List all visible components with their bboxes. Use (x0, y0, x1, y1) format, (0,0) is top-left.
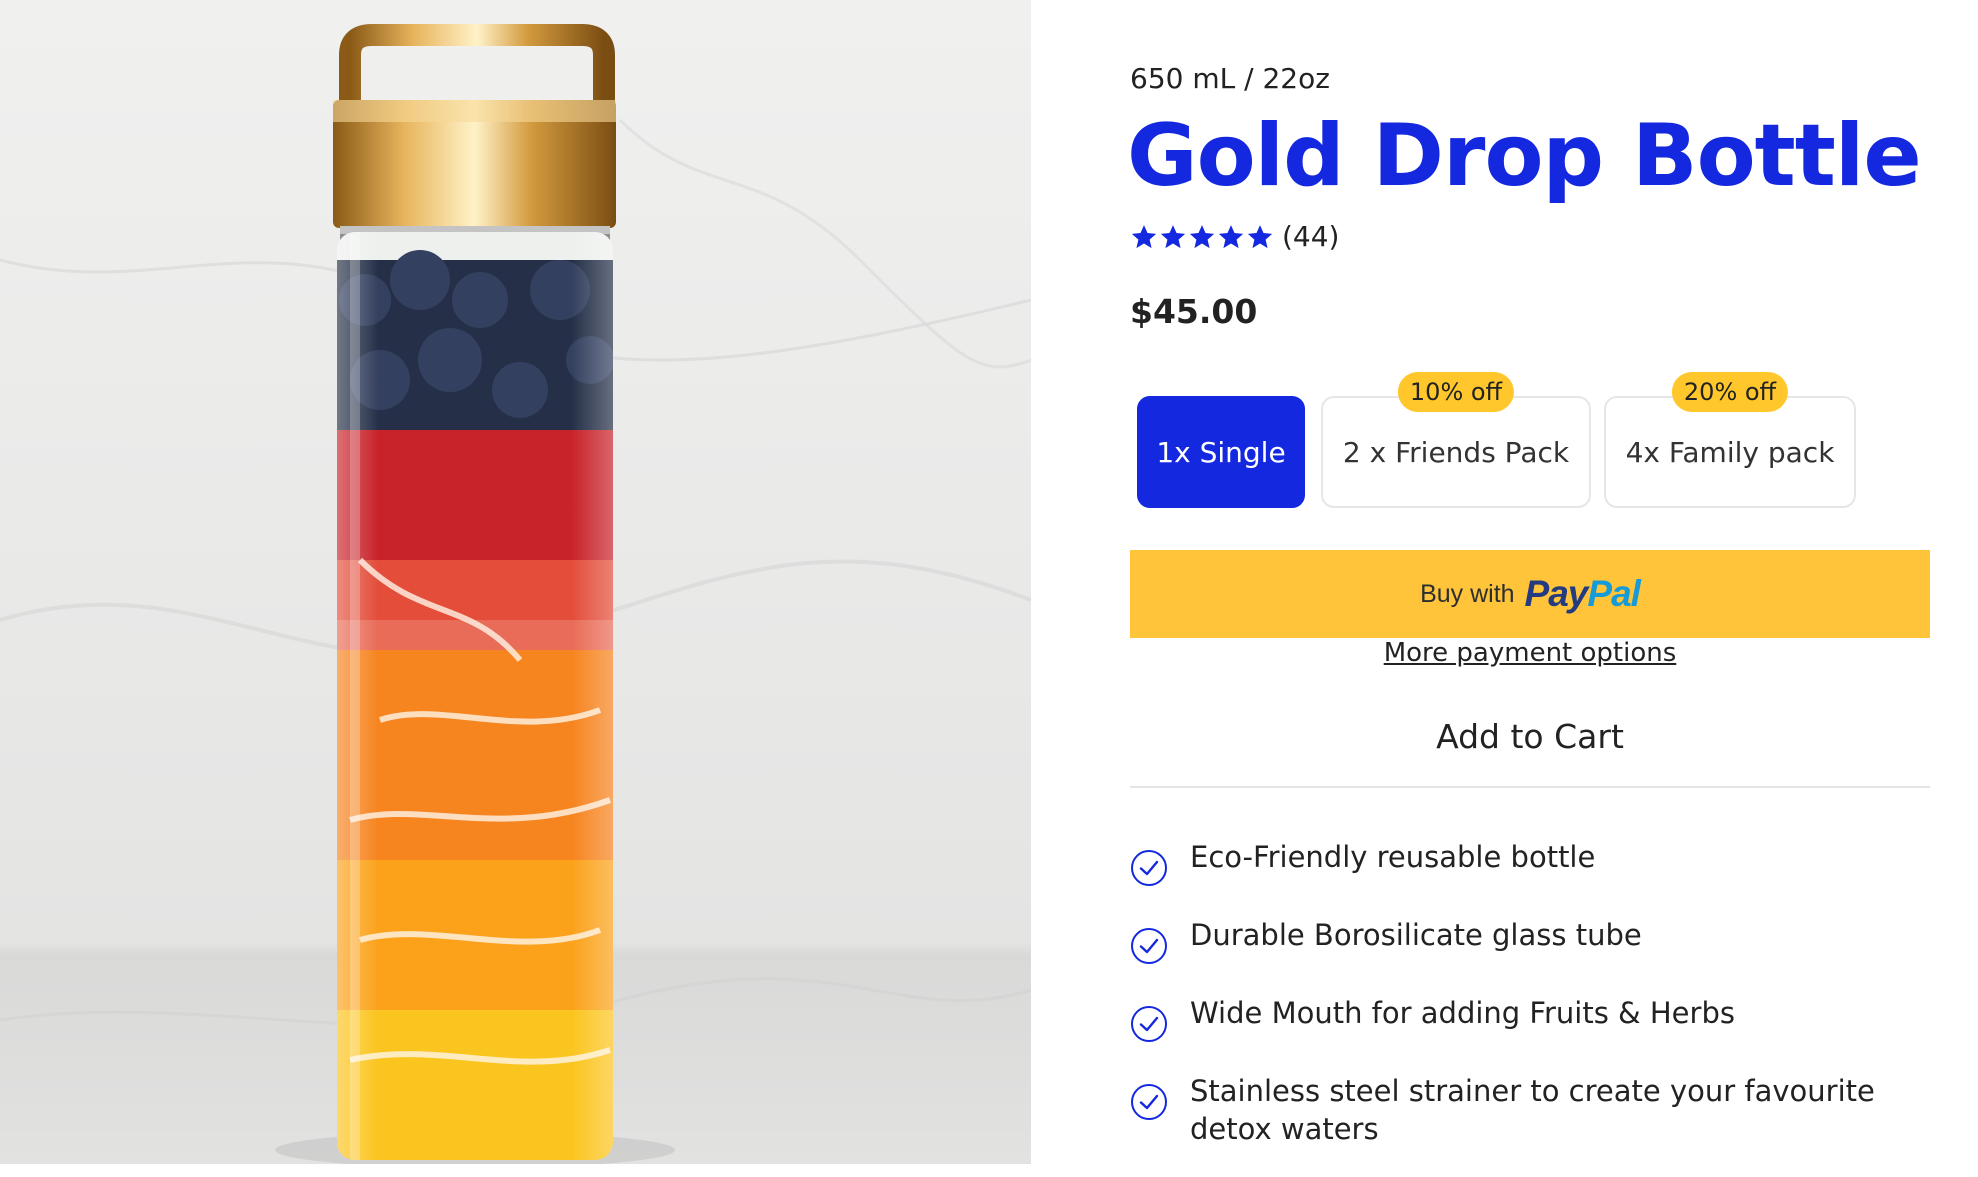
star-icon (1189, 224, 1215, 248)
review-count: (44) (1282, 220, 1340, 253)
product-title: Gold Drop Bottle (1127, 106, 1922, 206)
bottle-illustration (0, 24, 1031, 1164)
paypal-prefix: Buy with (1420, 579, 1515, 608)
feature-item: Durable Borosilicate glass tube (1130, 916, 1930, 965)
star-icon (1247, 224, 1273, 248)
discount-badge: 20% off (1671, 372, 1789, 412)
more-payment-options-link[interactable]: More payment options (1130, 638, 1930, 668)
product-price: $45.00 (1130, 292, 1258, 331)
feature-text: Wide Mouth for adding Fruits & Herbs (1190, 996, 1735, 1030)
add-to-cart-button[interactable]: Add to Cart (1130, 700, 1930, 772)
check-circle-icon (1131, 850, 1167, 886)
divider (1130, 786, 1930, 788)
option-label: 2 x Friends Pack (1342, 435, 1570, 469)
star-icon (1218, 224, 1244, 248)
feature-text: Durable Borosilicate glass tube (1190, 918, 1642, 952)
feature-item: Wide Mouth for adding Fruits & Herbs (1130, 994, 1930, 1043)
star-icon (1160, 224, 1186, 248)
feature-item: Stainless steel strainer to create your … (1130, 1072, 1930, 1148)
check-circle-icon (1131, 1006, 1167, 1042)
rating-stars (1130, 223, 1274, 251)
product-rating[interactable]: (44) (1130, 220, 1339, 253)
option-label: 1x Single (1156, 435, 1286, 469)
feature-list: Eco-Friendly reusable bottle Durable Bor… (1130, 838, 1930, 1177)
discount-badge: 10% off (1397, 372, 1515, 412)
paypal-button[interactable]: Buy with PayPal (1130, 550, 1930, 638)
star-icon (1131, 224, 1157, 248)
option-friends-pack[interactable]: 10% off 2 x Friends Pack (1321, 372, 1591, 508)
option-label: 4x Family pack (1625, 435, 1835, 469)
bundle-options: 1x Single 10% off 2 x Friends Pack 20% o… (1130, 372, 1930, 510)
paypal-logo: PayPal (1524, 573, 1641, 614)
check-circle-icon (1131, 928, 1167, 964)
feature-item: Eco-Friendly reusable bottle (1130, 838, 1930, 887)
check-circle-icon (1131, 1084, 1167, 1120)
feature-text: Stainless steel strainer to create your … (1190, 1074, 1875, 1146)
feature-text: Eco-Friendly reusable bottle (1190, 840, 1596, 874)
product-image (0, 0, 1031, 1164)
option-single[interactable]: 1x Single (1137, 396, 1305, 508)
option-family-pack[interactable]: 20% off 4x Family pack (1604, 372, 1856, 508)
product-volume: 650 mL / 22oz (1130, 62, 1330, 95)
